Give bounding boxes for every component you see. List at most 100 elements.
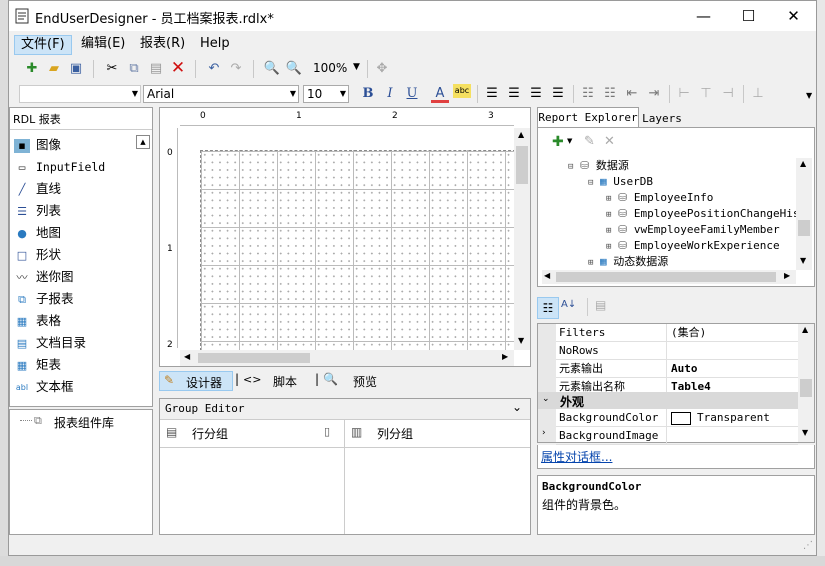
scroll-thumb[interactable] <box>798 220 810 236</box>
toolbox-item-list[interactable]: ☰ 列表 <box>10 200 134 222</box>
design-vertical-scrollbar[interactable]: ▲ ▼ <box>514 128 530 350</box>
maximize-button[interactable]: ☐ <box>726 1 771 31</box>
property-row-norows[interactable]: NoRows <box>556 342 798 360</box>
remove-icon[interactable]: ✕ <box>604 134 615 149</box>
toolbox-item-shape[interactable]: □ 形状 <box>10 244 134 266</box>
scroll-down-icon[interactable]: ▼ <box>518 336 524 345</box>
copy-icon[interactable]: ⧉ <box>125 60 143 78</box>
indent-icon[interactable]: ⇥ <box>645 85 663 103</box>
style-combo[interactable]: ▼ <box>19 85 141 103</box>
scroll-thumb[interactable] <box>556 272 776 282</box>
tree-node-userdb[interactable]: ⊟ ▦ UserDB <box>588 174 653 190</box>
property-value-color[interactable]: Transparent <box>666 409 770 426</box>
zoom-level[interactable]: 100% <box>313 61 347 75</box>
property-grid-scrollbar[interactable]: ▲ ▼ <box>798 324 814 442</box>
open-folder-icon[interactable]: ▰ <box>45 60 63 78</box>
scroll-up-icon[interactable]: ▲ <box>518 130 524 139</box>
toolbox-item-textbox[interactable]: abl 文本框 <box>10 376 134 398</box>
minimize-button[interactable]: — <box>681 1 726 31</box>
save-icon[interactable]: ▣ <box>67 60 85 78</box>
bullet-list-icon[interactable]: ☷ <box>579 85 597 103</box>
design-horizontal-scrollbar[interactable]: ◀ ▶ <box>180 350 514 366</box>
zoom-in-icon[interactable]: 🔍 <box>285 60 303 78</box>
toolbar-overflow-icon[interactable]: ▼ <box>806 91 812 100</box>
chevron-down-icon[interactable]: ⌄ <box>512 400 522 414</box>
scroll-right-icon[interactable]: ▶ <box>784 271 790 280</box>
font-color-icon[interactable]: A <box>431 85 449 103</box>
menu-report[interactable]: 报表(R) <box>134 35 191 53</box>
highlight-icon[interactable]: abc <box>453 84 471 98</box>
property-category-appearance[interactable]: ⌄ 外观 <box>538 392 798 409</box>
numbered-list-icon[interactable]: ☷ <box>601 85 619 103</box>
sort-alphabetical-icon[interactable]: A↓ <box>561 299 576 310</box>
italic-icon[interactable]: I <box>381 85 399 103</box>
collapse-up-icon[interactable]: ▲ <box>136 135 150 149</box>
tree-node-dataset[interactable]: ⊞ ⛁ EmployeePositionChangeHis <box>606 206 796 222</box>
tree-node-dataset[interactable]: ⊞ ⛁ EmployeeInfo <box>606 190 713 206</box>
zoom-out-icon[interactable]: 🔍 <box>263 60 281 78</box>
close-button[interactable]: ✕ <box>771 1 816 31</box>
resize-grip-icon[interactable]: ⋰ <box>803 540 813 551</box>
toolbox-item-table[interactable]: ▦ 表格 <box>10 310 134 332</box>
property-row-filters[interactable]: Filters (集合) <box>556 324 798 342</box>
scroll-thumb[interactable] <box>516 146 528 184</box>
align-rights-icon[interactable]: ⊣ <box>719 85 737 103</box>
cut-icon[interactable]: ✂ <box>103 60 121 78</box>
property-value[interactable] <box>666 427 671 444</box>
delete-icon[interactable]: ✕ <box>169 59 187 77</box>
collapse-chevron-icon[interactable]: ⌄ <box>542 394 550 404</box>
font-name-combo[interactable]: Arial ▼ <box>143 85 299 103</box>
toolbox-item-sparkline[interactable]: 〰迷你图 <box>10 266 134 288</box>
property-row-background-image[interactable]: BackgroundImage <box>556 427 798 445</box>
scroll-down-icon[interactable]: ▼ <box>802 428 808 437</box>
row-group-toggle-icon[interactable]: ▯ <box>324 425 330 438</box>
outdent-icon[interactable]: ⇤ <box>623 85 641 103</box>
explorer-vertical-scrollbar[interactable]: ▲ ▼ <box>796 158 812 270</box>
align-centers-icon[interactable]: ⊤ <box>697 85 715 103</box>
design-surface[interactable]: 0 1 2 3 0 1 2 ▲ ▼ ◀ ▶ <box>159 107 531 367</box>
scroll-left-icon[interactable]: ◀ <box>184 352 190 361</box>
tab-report-explorer[interactable]: Report Explorer <box>537 107 639 128</box>
toolbox-item-subreport[interactable]: ⧉ 子报表 <box>10 288 134 310</box>
explorer-horizontal-scrollbar[interactable]: ◀ ▶ <box>542 270 796 284</box>
tab-layers[interactable]: Layers <box>639 109 685 127</box>
tree-node-datasources[interactable]: ⊟ ⛁ 数据源 <box>568 158 629 174</box>
component-library-label[interactable]: 报表组件库 <box>54 414 114 431</box>
toolbox-item-map[interactable]: ● 地图 <box>10 222 134 244</box>
align-lefts-icon[interactable]: ⊢ <box>675 85 693 103</box>
zoom-dropdown-icon[interactable]: ▼ <box>353 62 360 72</box>
tree-node-dataset[interactable]: ⊞ ⛁ vwEmployeeFamilyMember <box>606 222 780 238</box>
bold-icon[interactable]: B <box>359 85 377 103</box>
report-body-grid[interactable] <box>200 150 516 351</box>
tab-designer[interactable]: ✎ 设计器 <box>159 371 233 391</box>
toolbox-item-toc[interactable]: ▤ 文档目录 <box>10 332 134 354</box>
column-group-header[interactable]: ▥ 列分组 <box>345 419 530 448</box>
add-icon[interactable]: ✚ <box>552 134 564 150</box>
property-dialog-link[interactable]: 属性对话框... <box>541 448 612 465</box>
justify-icon[interactable]: ☰ <box>549 85 567 103</box>
scroll-left-icon[interactable]: ◀ <box>544 271 550 280</box>
scroll-thumb[interactable] <box>198 353 310 363</box>
align-right-icon[interactable]: ☰ <box>527 85 545 103</box>
property-row-background-color[interactable]: BackgroundColor Transparent <box>556 409 798 427</box>
edit-icon[interactable]: ✎ <box>584 134 595 149</box>
redo-icon[interactable]: ↷ <box>227 60 245 78</box>
scroll-down-icon[interactable]: ▼ <box>800 256 806 265</box>
toolbox-item-inputfield[interactable]: ▭ InputField <box>10 156 134 178</box>
menu-file[interactable]: 文件(F) <box>14 35 72 55</box>
scroll-right-icon[interactable]: ▶ <box>502 352 508 361</box>
scroll-thumb[interactable] <box>800 379 812 397</box>
menu-edit[interactable]: 编辑(E) <box>75 35 131 53</box>
property-value[interactable]: (集合) <box>666 324 706 341</box>
toolbox-item-matrix[interactable]: ▦ 矩表 <box>10 354 134 376</box>
property-row-output[interactable]: 元素输出 Auto <box>556 360 798 378</box>
property-value[interactable]: Auto <box>666 360 698 377</box>
tree-node-dynamic-datasource[interactable]: ⊞ ▦ 动态数据源 <box>588 254 668 270</box>
menu-help[interactable]: Help <box>194 35 236 53</box>
font-size-combo[interactable]: 10 ▼ <box>303 85 349 103</box>
underline-icon[interactable]: U <box>403 85 421 103</box>
new-report-icon[interactable]: ✚ <box>23 60 41 78</box>
categorized-view-icon[interactable]: ☷ <box>537 297 559 319</box>
property-value[interactable] <box>666 342 671 359</box>
scroll-up-icon[interactable]: ▲ <box>800 159 806 168</box>
